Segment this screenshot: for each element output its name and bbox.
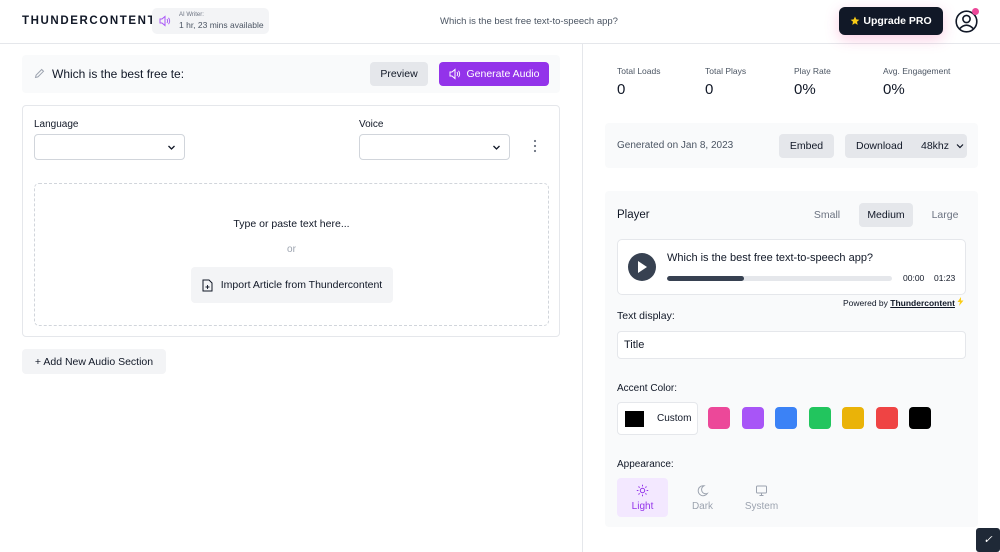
dropzone-prompt: Type or paste text here... (233, 218, 350, 230)
dropzone-or: or (287, 244, 296, 255)
preview-button[interactable]: Preview (370, 62, 428, 86)
ai-writer-chip[interactable]: AI Writer: 1 hr, 23 mins available (152, 8, 269, 34)
stat-value: 0% (883, 81, 905, 98)
player-audio-title: Which is the best free text-to-speech ap… (667, 252, 874, 264)
audio-title-input[interactable]: Which is the best free te: (52, 67, 184, 81)
chevron-down-icon[interactable] (956, 142, 964, 150)
stat-label: Total Loads (617, 66, 661, 76)
player-preview: Which is the best free text-to-speech ap… (617, 239, 966, 295)
stat-value: 0% (794, 81, 816, 98)
appearance-dark-button[interactable]: Dark (677, 478, 728, 517)
generated-date: Generated on Jan 8, 2023 (617, 140, 734, 151)
stat-avg-engagement: Avg. Engagement 0% (883, 66, 950, 98)
powered-by: Powered by Thundercontent (843, 297, 964, 308)
corner-app-icon[interactable]: ✓ (976, 528, 1000, 552)
progress-fill (667, 276, 744, 281)
top-bar: THUNDERCONTENT AI Writer: 1 hr, 23 mins … (0, 0, 1000, 44)
quality-value[interactable]: 48khz (921, 140, 949, 152)
speaker-icon (449, 68, 460, 80)
accent-color-label: Accent Color: (617, 383, 678, 394)
import-article-label: Import Article from Thundercontent (220, 279, 383, 291)
pencil-icon (34, 68, 45, 79)
stat-label: Total Plays (705, 66, 747, 76)
monitor-icon (756, 485, 767, 496)
language-label: Language (34, 119, 79, 130)
play-button[interactable] (628, 253, 656, 281)
ai-writer-time: 1 hr, 23 mins available (179, 20, 264, 30)
size-tab-large[interactable]: Large (924, 203, 966, 227)
chevron-down-icon (493, 145, 500, 150)
accent-swatch-1[interactable] (708, 407, 730, 429)
upgrade-pro-button[interactable]: Upgrade PRO (839, 7, 943, 35)
voice-label: Voice (359, 119, 384, 130)
player-settings-card: Player Small Medium Large Which is the b… (605, 191, 978, 527)
current-time: 00:00 (903, 273, 925, 283)
appearance-light-label: Light (631, 501, 654, 512)
size-tab-medium[interactable]: Medium (859, 203, 913, 227)
powered-brand-link[interactable]: Thundercontent (890, 298, 955, 308)
download-label: Download (856, 140, 903, 152)
duration: 01:23 (934, 273, 956, 283)
generate-audio-label: Generate Audio (466, 68, 540, 80)
more-options-icon[interactable] (533, 139, 537, 153)
powered-prefix: Powered by (843, 298, 888, 308)
language-select[interactable] (34, 134, 185, 160)
generate-audio-button[interactable]: Generate Audio (439, 62, 549, 86)
audio-section-card: Language Voice Type or paste text here..… (22, 105, 560, 337)
progress-track[interactable] (667, 276, 892, 281)
current-question: Which is the best free text-to-speech ap… (440, 16, 618, 27)
audio-title-bar: Which is the best free te: Preview Gener… (22, 55, 560, 93)
embed-button[interactable]: Embed (779, 134, 834, 158)
upgrade-pro-label: Upgrade PRO (863, 15, 932, 27)
appearance-system-label: System (744, 501, 779, 512)
accent-swatch-5[interactable] (842, 407, 864, 429)
accent-swatch-2[interactable] (741, 407, 764, 429)
import-article-button[interactable]: Import Article from Thundercontent (191, 267, 393, 303)
accent-swatch-4[interactable] (808, 407, 831, 429)
add-audio-section-button[interactable]: + Add New Audio Section (22, 349, 166, 374)
download-button[interactable]: Download 48khz (845, 134, 967, 158)
star-icon (850, 16, 860, 25)
sun-icon (636, 484, 649, 497)
voice-select[interactable] (359, 134, 510, 160)
appearance-system-button[interactable]: System (736, 478, 787, 517)
chevron-down-icon (168, 145, 175, 150)
stat-total-plays: Total Plays 0 (705, 66, 746, 98)
stat-total-loads: Total Loads 0 (617, 66, 660, 98)
stat-value: 0 (617, 81, 626, 98)
text-dropzone[interactable]: Type or paste text here... or Import Art… (34, 183, 549, 326)
lightning-icon (957, 297, 964, 306)
editor-panel: Which is the best free te: Preview Gener… (0, 44, 583, 552)
speaker-icon (159, 15, 171, 27)
document-icon (202, 279, 213, 291)
ai-writer-label: AI Writer: (179, 12, 204, 18)
brand-logo[interactable]: THUNDERCONTENT (22, 15, 156, 27)
moon-icon (697, 485, 709, 497)
stat-play-rate: Play Rate 0% (794, 66, 831, 98)
accent-swatch-6[interactable] (875, 407, 898, 429)
stat-label: Play Rate (794, 66, 831, 76)
stat-value: 0 (705, 81, 714, 98)
play-icon (638, 261, 647, 273)
size-tab-small[interactable]: Small (806, 203, 848, 227)
appearance-label: Appearance: (617, 459, 674, 470)
custom-color-swatch (625, 411, 644, 427)
accent-swatch-7[interactable] (909, 407, 931, 429)
custom-color-label: Custom (657, 413, 692, 424)
notification-dot (972, 8, 979, 15)
player-title: Player (617, 209, 650, 221)
custom-color-button[interactable]: Custom (617, 402, 698, 435)
text-display-input[interactable] (617, 331, 966, 359)
appearance-light-button[interactable]: Light (617, 478, 668, 517)
appearance-dark-label: Dark (691, 501, 714, 512)
accent-swatch-3[interactable] (775, 407, 797, 429)
stats-row: Total Loads 0 Total Plays 0 Play Rate 0%… (605, 66, 977, 106)
generation-bar: Generated on Jan 8, 2023 Embed Download … (605, 123, 978, 168)
stat-label: Avg. Engagement (883, 66, 951, 76)
text-display-label: Text display: (617, 310, 675, 322)
